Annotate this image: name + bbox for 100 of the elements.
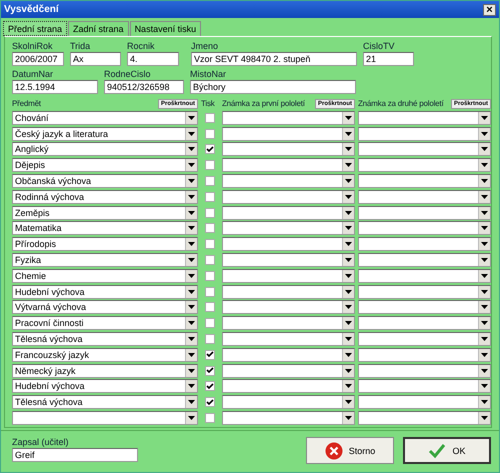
subject-dropdown[interactable]: Přírodopis bbox=[12, 237, 198, 252]
grade-dropdown[interactable] bbox=[358, 126, 491, 141]
grade-dropdown[interactable] bbox=[358, 332, 491, 346]
grade-dropdown[interactable] bbox=[222, 316, 355, 330]
subject-dropdown[interactable]: Fyzika bbox=[12, 253, 198, 268]
input-field[interactable]: Ax bbox=[70, 52, 121, 66]
input-field[interactable]: 12.5.1994 bbox=[12, 80, 98, 94]
cancel-button[interactable]: Storno bbox=[306, 437, 394, 464]
print-checkbox[interactable] bbox=[205, 397, 215, 408]
print-checkbox[interactable] bbox=[205, 270, 215, 281]
grade-dropdown[interactable] bbox=[358, 411, 491, 426]
grade-dropdown[interactable] bbox=[358, 284, 491, 299]
grade-dropdown[interactable] bbox=[358, 300, 491, 314]
field-label: CisloTV bbox=[363, 40, 396, 52]
subject-dropdown[interactable]: Zeměpis bbox=[12, 206, 198, 220]
grade-dropdown[interactable] bbox=[222, 348, 355, 362]
input-field[interactable]: 21 bbox=[363, 52, 414, 66]
column-header: Známka za druhé pololetí bbox=[358, 98, 444, 110]
field-label: Rocnik bbox=[127, 40, 156, 52]
grade-dropdown[interactable] bbox=[358, 379, 491, 394]
subject-dropdown[interactable]: Matematika bbox=[12, 221, 198, 236]
subject-dropdown[interactable]: Občanská výchova bbox=[12, 174, 198, 188]
grade-dropdown[interactable] bbox=[358, 316, 491, 330]
print-checkbox[interactable] bbox=[205, 160, 215, 170]
grade-dropdown[interactable] bbox=[358, 364, 491, 378]
grade-dropdown[interactable] bbox=[222, 364, 355, 378]
print-checkbox[interactable] bbox=[205, 239, 215, 250]
subject-dropdown[interactable]: Pracovní činnosti bbox=[12, 316, 198, 330]
grade-dropdown[interactable] bbox=[222, 379, 355, 394]
grade-dropdown[interactable] bbox=[222, 268, 355, 283]
tab[interactable]: Přední strana bbox=[3, 21, 68, 36]
grade-dropdown[interactable] bbox=[222, 237, 355, 252]
grade-dropdown[interactable] bbox=[222, 253, 355, 268]
input-field[interactable]: Greif bbox=[12, 448, 138, 462]
subject-dropdown[interactable]: Výtvarná výchova bbox=[12, 300, 198, 314]
grade-dropdown[interactable] bbox=[222, 190, 355, 204]
input-field[interactable]: 2006/2007 bbox=[12, 52, 64, 66]
subject-dropdown[interactable]: Hudební výchova bbox=[12, 379, 198, 394]
print-checkbox[interactable] bbox=[205, 413, 215, 424]
grade-dropdown[interactable] bbox=[222, 395, 355, 410]
subject-dropdown[interactable]: Tělesná výchova bbox=[12, 332, 198, 346]
close-button[interactable]: × bbox=[483, 4, 496, 16]
subject-dropdown[interactable]: Chemie bbox=[12, 268, 198, 283]
input-field[interactable]: 940512/326598 bbox=[104, 80, 184, 94]
subject-dropdown[interactable]: Anglický bbox=[12, 142, 198, 156]
grade-dropdown[interactable] bbox=[358, 395, 491, 410]
print-checkbox[interactable] bbox=[205, 302, 215, 312]
print-checkbox[interactable] bbox=[205, 176, 215, 186]
column-header: Tisk bbox=[201, 98, 215, 110]
tab[interactable]: Zadní strana bbox=[68, 21, 129, 36]
input-field[interactable]: Vzor SEVT 498470 2. stupeň bbox=[191, 52, 357, 66]
subject-dropdown[interactable]: Německý jazyk bbox=[12, 364, 198, 378]
print-checkbox[interactable] bbox=[205, 208, 215, 218]
subject-dropdown[interactable]: Tělesná výchova bbox=[12, 395, 198, 410]
grade-dropdown[interactable] bbox=[358, 110, 491, 125]
print-checkbox[interactable] bbox=[205, 128, 215, 139]
grade-dropdown[interactable] bbox=[222, 284, 355, 299]
grade-dropdown[interactable] bbox=[358, 206, 491, 220]
grade-dropdown[interactable] bbox=[222, 126, 355, 141]
grade-dropdown[interactable] bbox=[222, 206, 355, 220]
subject-dropdown[interactable]: Dějepis bbox=[12, 158, 198, 172]
print-checkbox[interactable] bbox=[205, 350, 215, 360]
subject-dropdown[interactable] bbox=[12, 411, 198, 426]
ok-button[interactable]: OK bbox=[403, 437, 491, 464]
grade-dropdown[interactable] bbox=[222, 174, 355, 188]
grade-dropdown[interactable] bbox=[358, 190, 491, 204]
grade-dropdown[interactable] bbox=[358, 221, 491, 236]
print-checkbox[interactable] bbox=[205, 223, 215, 234]
subject-dropdown[interactable]: Hudební výchova bbox=[12, 284, 198, 299]
input-field[interactable]: 4. bbox=[127, 52, 179, 66]
tab[interactable]: Nastavení tisku bbox=[130, 21, 202, 36]
print-checkbox[interactable] bbox=[205, 286, 215, 297]
grade-dropdown[interactable] bbox=[222, 300, 355, 314]
print-checkbox[interactable] bbox=[205, 144, 215, 154]
grade-dropdown[interactable] bbox=[358, 253, 491, 268]
subject-dropdown[interactable]: Český jazyk a literatura bbox=[12, 126, 198, 141]
input-field[interactable]: Býchory bbox=[190, 80, 356, 94]
print-checkbox[interactable] bbox=[205, 366, 215, 376]
field-label: RodneCislo bbox=[104, 68, 152, 80]
grade-dropdown[interactable] bbox=[358, 237, 491, 252]
grade-dropdown[interactable] bbox=[358, 174, 491, 188]
print-checkbox[interactable] bbox=[205, 112, 215, 123]
grade-dropdown[interactable] bbox=[222, 158, 355, 172]
subject-dropdown[interactable]: Chování bbox=[12, 110, 198, 125]
grade-dropdown[interactable] bbox=[358, 268, 491, 283]
subject-dropdown[interactable]: Rodinná výchova bbox=[12, 190, 198, 204]
print-checkbox[interactable] bbox=[205, 192, 215, 202]
grade-dropdown[interactable] bbox=[222, 221, 355, 236]
print-checkbox[interactable] bbox=[205, 318, 215, 328]
grade-dropdown[interactable] bbox=[358, 348, 491, 362]
subject-dropdown[interactable]: Francouzský jazyk bbox=[12, 348, 198, 362]
grade-dropdown[interactable] bbox=[358, 158, 491, 172]
grade-dropdown[interactable] bbox=[222, 142, 355, 156]
print-checkbox[interactable] bbox=[205, 255, 215, 266]
grade-dropdown[interactable] bbox=[222, 332, 355, 346]
grade-dropdown[interactable] bbox=[358, 142, 491, 156]
grade-dropdown[interactable] bbox=[222, 110, 355, 125]
print-checkbox[interactable] bbox=[205, 334, 215, 344]
grade-dropdown[interactable] bbox=[222, 411, 355, 426]
print-checkbox[interactable] bbox=[205, 381, 215, 392]
